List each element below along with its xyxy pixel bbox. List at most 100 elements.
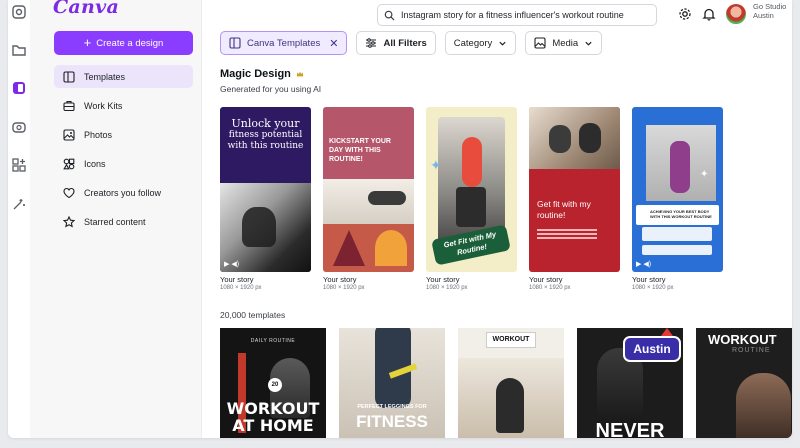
card-dimensions: 1080 × 1920 px [323,285,365,291]
all-filters-button[interactable]: All Filters [356,31,436,55]
scrollbar[interactable] [789,10,792,430]
chip-label: Media [552,37,579,49]
athlete-silhouette [242,207,276,247]
sidebar-item-templates[interactable]: Templates [54,65,193,88]
app-window: Canva + Create a design Templates Work K… [8,0,792,438]
story-thumbnail[interactable]: KICKSTART YOUR DAY WITH THIS ROUTINE! [323,107,414,272]
tile-main-text: NEVER [595,420,665,438]
story-thumbnail[interactable]: Get fit with my routine! [529,107,620,272]
story-card[interactable]: KICKSTART YOUR DAY WITH THIS ROUTINE! Yo… [323,107,414,291]
template-grid: DAILY ROUTINE 20 WORKOUT AT HOME PERFECT… [220,328,792,438]
user-meta[interactable]: Go Studio Austin [753,2,786,20]
sparkle-icon: ✦ [700,169,709,180]
brand-icon[interactable] [11,119,27,135]
template-tile[interactable]: PERFECT LEGGINGS FOR FITNESS [339,328,445,438]
folder-icon[interactable] [11,42,27,58]
chevron-down-icon [585,41,592,46]
story-thumbnail[interactable]: ✦ ACHIEVING YOUR BEST BODY WITH THIS WOR… [632,107,723,272]
athlete-silhouette [496,378,524,433]
sidebar-item-label: Icons [84,158,106,169]
template-tile[interactable]: DAILY ROUTINE 20 WORKOUT AT HOME [220,328,326,438]
card-dimensions: 1080 × 1920 px [529,285,571,291]
tile-top-text: WORKOUT [708,332,777,347]
shapes-icon [63,158,75,169]
category-dropdown[interactable]: Category [444,31,517,55]
machine-shape [456,187,486,227]
canva-templates-chip[interactable]: Canva Templates ✕ [220,31,348,55]
gear-icon[interactable] [678,7,692,21]
close-icon[interactable]: ✕ [329,37,338,50]
card-dimensions: 1080 × 1920 px [632,285,674,291]
sparkle-icon: ✦ [430,157,442,173]
sliders-icon [366,38,377,48]
tile-top-text: WORKOUT [486,332,536,348]
person-silhouette [579,123,601,153]
card-title: Your story [323,275,357,284]
chip-label: All Filters [383,37,427,49]
template-count: 20,000 templates [220,310,286,320]
story-thumbnail[interactable]: Get Fit with My Routine! ✦ [426,107,517,272]
create-design-button[interactable]: + Create a design [54,31,193,55]
arch-shape [375,230,407,266]
main-content: Instagram story for a fitness influencer… [202,0,792,438]
crown-icon [296,71,304,77]
magic-design-cards: Unlock your fitness potential with this … [220,107,723,291]
story-card[interactable]: Get Fit with My Routine! ✦ Your story 10… [426,107,517,291]
star-icon [63,215,75,228]
sidebar-item-label: Work Kits [84,100,123,111]
create-design-label: Create a design [96,37,164,49]
sidebar: Canva + Create a design Templates Work K… [30,0,202,438]
template-tile[interactable]: WORKOUT ROUTINE [696,328,792,438]
info-box [642,245,712,255]
section-title-text: Magic Design [220,68,291,80]
sidebar-item-label: Starred content [84,216,146,227]
sidebar-nav: Templates Work Kits Photos Icons Creator… [54,65,193,239]
story-thumbnail[interactable]: Unlock your fitness potential with this … [220,107,311,272]
photo-icon [534,37,546,49]
magic-design-subtitle: Generated for you using AI [220,84,322,94]
template-icon [63,70,75,83]
badge-circle: 20 [268,378,282,392]
sidebar-item-work-kits[interactable]: Work Kits [54,94,193,117]
sidebar-item-creators[interactable]: Creators you follow [54,181,193,204]
apps-icon[interactable] [11,157,27,173]
avatar[interactable] [726,4,746,24]
plus-icon: + [83,35,92,50]
thumb-text: KICKSTART YOUR DAY WITH THIS ROUTINE! [329,138,391,163]
person-silhouette [549,125,571,153]
sidebar-item-starred[interactable]: Starred content [54,210,193,233]
triangle-shape [661,328,673,336]
tile-main-text: FITNESS [356,412,428,431]
photo-icon [63,128,75,141]
story-card[interactable]: ✦ ACHIEVING YOUR BEST BODY WITH THIS WOR… [632,107,723,291]
tile-top-text: PERFECT LEGGINGS FOR [357,404,427,410]
info-box [642,227,712,241]
thumb-text: ACHIEVING YOUR BEST BODY WITH THIS WORKO… [636,205,719,225]
home-icon[interactable] [11,4,27,20]
thumb-text: Unlock your fitness potential with this … [227,117,304,151]
athlete-silhouette [736,373,791,438]
athlete-silhouette [670,141,690,193]
left-rail [8,0,30,438]
chip-label: Canva Templates [247,37,321,49]
search-icon [384,10,395,21]
bell-icon[interactable] [702,7,716,21]
sidebar-item-icons[interactable]: Icons [54,152,193,175]
triangle-shape [333,230,365,266]
story-card[interactable]: Get fit with my routine! Your story 1080… [529,107,620,291]
canva-logo[interactable]: Canva [53,0,119,18]
sidebar-item-photos[interactable]: Photos [54,123,193,146]
magic-icon[interactable] [11,196,27,212]
media-dropdown[interactable]: Media [525,31,603,55]
story-card[interactable]: Unlock your fitness potential with this … [220,107,311,291]
athlete-silhouette [462,137,482,187]
chip-label: Category [453,37,493,49]
templates-rail-icon[interactable] [11,80,27,96]
search-input[interactable]: Instagram story for a fitness influencer… [377,4,657,26]
search-value: Instagram story for a fitness influencer… [401,10,624,20]
sidebar-item-label: Templates [84,71,126,82]
photo-placeholder [529,107,620,169]
card-title: Your story [632,275,666,284]
template-tile[interactable]: WORKOUT [458,328,564,438]
template-tile[interactable]: Austin NEVER [577,328,683,438]
